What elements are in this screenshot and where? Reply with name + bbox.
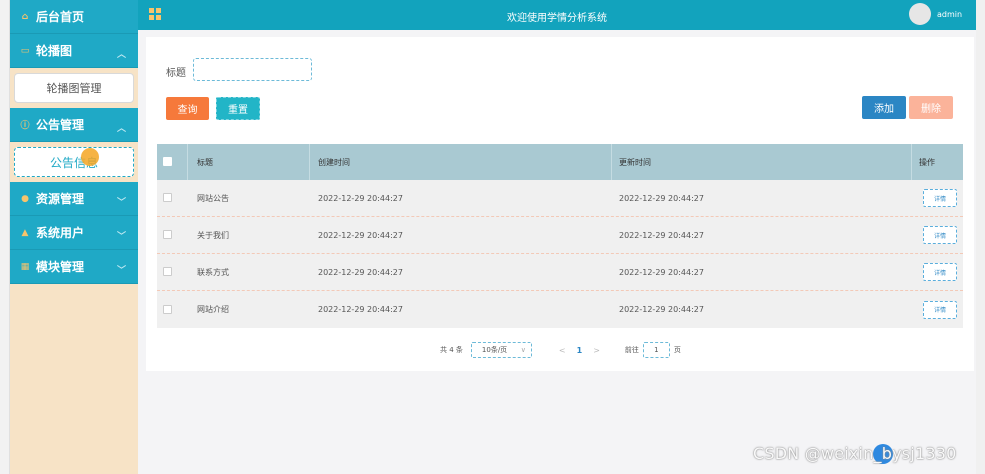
chevron-down-icon: ∨ [520, 346, 526, 354]
row-title: 网站介绍 [197, 305, 229, 314]
delete-button[interactable]: 删除 [909, 96, 953, 119]
table-header: 标题 创建时间 更新时间 操作 [157, 144, 963, 180]
top-header: 欢迎使用学情分析系统 admin [138, 0, 976, 30]
table-row: 网站公告 2022-12-29 20:44:27 2022-12-29 20:4… [157, 180, 963, 217]
row-checkbox[interactable] [163, 230, 172, 239]
row-updated: 2022-12-29 20:44:27 [619, 230, 704, 240]
user-icon: ▲ [21, 227, 29, 238]
table-row: 联系方式 2022-12-29 20:44:27 2022-12-29 20:4… [157, 254, 963, 291]
column-divider [309, 144, 310, 180]
sidebar: ⌂ 后台首页 ▭ 轮播图 ︿ 轮播图管理 ⓘ 公告管理 ︿ 公告信息 ● 资源管… [10, 0, 138, 474]
row-checkbox[interactable] [163, 304, 172, 314]
chevron-down-icon: ﹀ [116, 198, 126, 208]
query-button[interactable]: 查询 [166, 97, 209, 120]
sidebar-item-label: 后台首页 [36, 10, 85, 24]
pagination-total: 共 4 条 [440, 346, 463, 354]
page-size-select[interactable]: 10条/页 ∨ [470, 342, 532, 358]
sidebar-item-resource[interactable]: ● 资源管理 ﹀ [10, 182, 138, 216]
header-title: 标题 [197, 157, 213, 167]
detail-button[interactable]: 详情 [923, 300, 957, 319]
submenu-notice: 公告信息 [10, 142, 138, 182]
reset-button[interactable]: 重置 [216, 97, 260, 120]
title-search-input[interactable] [193, 58, 312, 81]
column-divider [611, 144, 612, 180]
prev-page-button[interactable]: < [559, 346, 566, 355]
pagination: 共 4 条 10条/页 ∨ < 1 > 前往 1 页 [440, 342, 681, 358]
sidebar-subitem-notice-info[interactable]: 公告信息 [14, 147, 134, 177]
app-root: ⌂ 后台首页 ▭ 轮播图 ︿ 轮播图管理 ⓘ 公告管理 ︿ 公告信息 ● 资源管… [0, 0, 985, 474]
select-all-checkbox[interactable] [163, 157, 172, 166]
sidebar-item-module[interactable]: ▦ 模块管理 ﹀ [10, 250, 138, 284]
row-created: 2022-12-29 20:44:27 [318, 230, 403, 240]
row-updated: 2022-12-29 20:44:27 [619, 305, 704, 314]
sidebar-item-label: 轮播图 [36, 44, 73, 58]
chevron-down-icon: ﹀ [116, 232, 126, 242]
grid-icon: ▦ [20, 261, 30, 272]
add-button[interactable]: 添加 [862, 96, 906, 119]
avatar[interactable] [909, 3, 931, 25]
next-page-button[interactable]: > [593, 346, 600, 355]
sidebar-item-label: 资源管理 [36, 192, 85, 206]
sidebar-item-notice[interactable]: ⓘ 公告管理 ︿ [10, 108, 138, 142]
info-icon: ⓘ [20, 121, 30, 131]
sidebar-item-label: 公告管理 [36, 118, 85, 132]
row-updated: 2022-12-29 20:44:27 [619, 267, 704, 277]
window-edge [0, 0, 10, 474]
sidebar-item-sysuser[interactable]: ▲ 系统用户 ﹀ [10, 216, 138, 250]
row-created: 2022-12-29 20:44:27 [318, 193, 403, 203]
goto-label: 前往 [624, 346, 639, 354]
row-title: 网站公告 [197, 193, 229, 203]
detail-button[interactable]: 详情 [923, 189, 957, 207]
row-title: 联系方式 [197, 267, 229, 277]
column-divider [911, 144, 912, 180]
username[interactable]: admin [937, 10, 962, 19]
watermark: CSDN @weixin_bysj1330 [753, 444, 957, 463]
main-panel: 标题 查询 重置 添加 删除 标题 创建时间 更新时间 操作 网站公告 2022… [146, 37, 974, 371]
detail-button[interactable]: 详情 [923, 263, 957, 281]
scrollbar[interactable] [976, 0, 985, 474]
row-created: 2022-12-29 20:44:27 [318, 305, 403, 314]
header-action: 操作 [919, 157, 935, 167]
header-updated: 更新时间 [619, 157, 651, 167]
column-divider [187, 144, 188, 180]
chevron-down-icon: ﹀ [116, 266, 126, 276]
pin-icon: ● [21, 193, 29, 204]
search-label: 标题 [166, 68, 186, 79]
sidebar-item-label: 模块管理 [36, 260, 85, 274]
cursor-highlight [81, 148, 99, 166]
table-row: 关于我们 2022-12-29 20:44:27 2022-12-29 20:4… [157, 217, 963, 254]
page-size-value: 10条/页 [481, 346, 508, 354]
sidebar-item-home[interactable]: ⌂ 后台首页 [10, 0, 138, 34]
chevron-up-icon: ︿ [116, 124, 126, 134]
table-row: 网站介绍 2022-12-29 20:44:27 2022-12-29 20:4… [157, 291, 963, 328]
row-created: 2022-12-29 20:44:27 [318, 267, 403, 277]
sidebar-item-label: 系统用户 [36, 226, 85, 240]
detail-button[interactable]: 详情 [923, 226, 957, 244]
goto-page-input[interactable]: 1 [642, 342, 670, 358]
sidebar-item-carousel[interactable]: ▭ 轮播图 ︿ [10, 34, 138, 68]
home-icon: ⌂ [21, 11, 29, 22]
row-checkbox[interactable] [163, 193, 172, 202]
sidebar-subitem-carousel-manage[interactable]: 轮播图管理 [14, 73, 134, 103]
page-title: 欢迎使用学情分析系统 [507, 13, 607, 24]
image-icon: ▭ [20, 45, 30, 56]
submenu-carousel: 轮播图管理 [10, 68, 138, 108]
current-page[interactable]: 1 [577, 346, 583, 355]
row-checkbox[interactable] [163, 267, 172, 276]
notice-table: 标题 创建时间 更新时间 操作 网站公告 2022-12-29 20:44:27… [157, 144, 963, 328]
row-title: 关于我们 [197, 230, 229, 240]
chevron-up-icon: ︿ [116, 50, 126, 60]
header-created: 创建时间 [318, 157, 350, 167]
page-unit-label: 页 [673, 346, 681, 354]
row-updated: 2022-12-29 20:44:27 [619, 193, 704, 203]
